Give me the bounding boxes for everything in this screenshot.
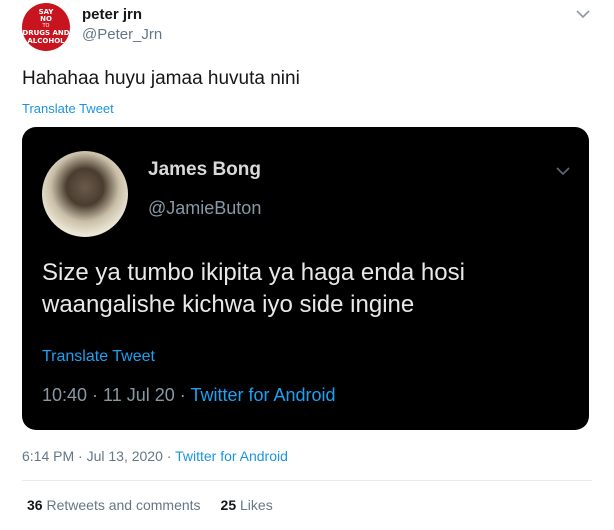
tweet-stats: 36 Retweets and comments 25 Likes <box>27 497 273 513</box>
likes-count: 25 <box>220 497 237 513</box>
quoted-tweet-text: Size ya tumbo ikipita ya haga enda hosi … <box>42 259 465 318</box>
quoted-translate-link[interactable]: Translate Tweet <box>42 348 155 366</box>
quoted-timestamp[interactable]: 10:40 · 11 Jul 20 <box>42 385 175 405</box>
source-link[interactable]: Twitter for Android <box>175 448 288 464</box>
tweet-timestamp[interactable]: 6:14 PM · Jul 13, 2020 <box>22 448 163 464</box>
quoted-source-link[interactable]: Twitter for Android <box>190 385 335 405</box>
tweet-text: Hahahaa huyu jamaa huvuta nini <box>22 68 300 89</box>
quoted-author-name[interactable]: James Bong <box>148 159 261 181</box>
quoted-author-handle[interactable]: @JamieButon <box>148 198 261 219</box>
avatar-text-2: NO <box>40 15 52 23</box>
chevron-down-icon[interactable] <box>555 165 571 177</box>
quoted-meta: 10:40 · 11 Jul 20 · Twitter for Android <box>42 385 336 406</box>
avatar[interactable]: SAY NO TO DRUGS AND ALCOHOL <box>22 3 70 51</box>
quoted-avatar[interactable] <box>42 151 128 237</box>
translate-tweet-link[interactable]: Translate Tweet <box>22 101 114 116</box>
quoted-tweet[interactable]: James Bong @JamieButon Size ya tumbo iki… <box>22 127 589 430</box>
meta-separator: · <box>162 448 176 464</box>
tweet: SAY NO TO DRUGS AND ALCOHOL peter jrn @P… <box>0 0 614 530</box>
likes-label: Likes <box>240 497 273 513</box>
quoted-meta-separator: · <box>174 385 191 405</box>
tweet-meta: 6:14 PM · Jul 13, 2020 · Twitter for And… <box>22 448 288 464</box>
chevron-down-icon[interactable] <box>575 8 591 20</box>
retweets-label: Retweets and comments <box>46 497 201 513</box>
retweets-count: 36 <box>27 497 43 513</box>
likes-stat[interactable]: 25 Likes <box>221 497 273 513</box>
avatar-text-4: DRUGS AND <box>22 29 70 37</box>
divider <box>22 480 592 481</box>
author-handle[interactable]: @Peter_Jrn <box>82 26 162 43</box>
author-name[interactable]: peter jrn <box>82 6 142 23</box>
avatar-text-5: ALCOHOL <box>27 37 65 45</box>
retweets-stat[interactable]: 36 Retweets and comments <box>27 497 201 513</box>
